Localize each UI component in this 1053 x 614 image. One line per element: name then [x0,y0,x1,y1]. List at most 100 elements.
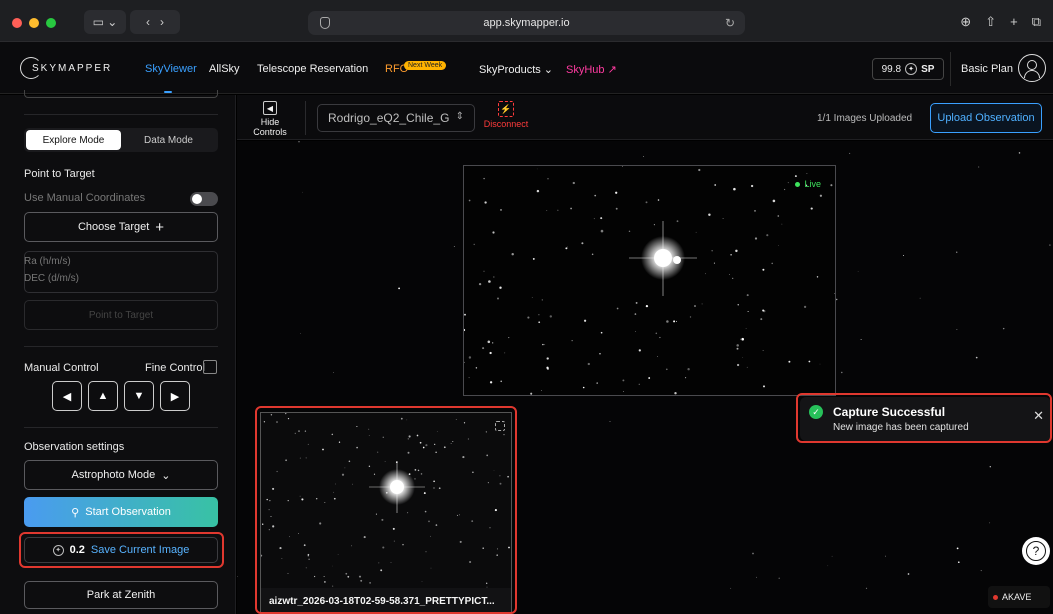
star [294,432,296,435]
star [648,377,651,379]
move-left-button[interactable]: ◀ [52,381,82,411]
share-icon[interactable]: ⇧ [985,14,996,30]
back-forward-buttons[interactable]: ‹ › [130,10,180,34]
tabs-overview-icon[interactable]: ⧉ [1032,14,1041,30]
captured-image-thumbnail[interactable]: aizwtr_2026-03-18T02-59-58.371_PRETTYPIC… [260,412,512,614]
live-camera-feed[interactable]: Live [463,165,836,396]
ra-input[interactable]: Ra (h/m/s) [24,256,71,267]
star [289,536,290,538]
chevron-down-icon: ⌄ [161,469,171,482]
help-button[interactable]: ? [1022,537,1050,565]
plan-label[interactable]: Basic Plan [961,63,1013,75]
tab-data-mode[interactable]: Data Mode [121,130,216,150]
star [468,377,470,379]
manual-coordinates-label: Use Manual Coordinates [24,192,146,204]
point-to-target-button[interactable]: Point to Target [24,300,218,330]
astrophoto-mode-select[interactable]: Astrophoto Mode ⌄ [24,460,218,490]
sky-viewer[interactable]: Live aizwtr_2026-03-18T02-59-58.371_PRET… [237,141,1053,614]
star [565,247,568,250]
download-icon[interactable]: ⊕ [960,14,971,30]
disconnect-button[interactable]: ⚡ Disconnect [481,101,531,129]
choose-target-button[interactable]: Choose Target + [24,212,218,242]
star [467,438,469,440]
star [358,575,362,578]
move-right-button[interactable]: ▶ [160,381,190,411]
star [333,372,334,373]
star [464,361,465,363]
manual-coordinates-toggle[interactable] [190,192,218,206]
sp-balance[interactable]: 99.8 ✦ SP [872,58,944,80]
move-down-button[interactable]: ▼ [124,381,154,411]
star [762,350,764,351]
address-bar[interactable]: app.skymapper.io ↻ [308,11,745,35]
star [268,529,270,531]
close-window-icon[interactable] [12,18,22,28]
coin-icon: ✦ [905,63,918,75]
expand-icon[interactable] [495,421,505,431]
star [390,562,392,563]
fine-control-checkbox[interactable] [203,360,217,374]
save-current-image-button[interactable]: ✦ 0.2 Save Current Image [24,537,218,563]
star [507,475,509,478]
star [787,182,789,184]
user-avatar-icon[interactable] [1018,54,1046,82]
star [676,320,677,322]
hide-controls-button[interactable]: ◀ Hide Controls [245,101,295,137]
star [527,316,530,319]
zoom-window-icon[interactable] [46,18,56,28]
live-dot-icon [795,181,801,187]
akave-cloud-badge[interactable]: AKAVE [988,586,1050,608]
upload-observation-button[interactable]: Upload Observation [930,103,1042,133]
nav-allsky[interactable]: AllSky [209,63,240,75]
star [635,331,636,332]
close-icon[interactable]: ✕ [1033,408,1044,424]
move-up-button[interactable]: ▲ [88,381,118,411]
star [435,524,438,526]
star [730,254,732,256]
star [746,294,749,297]
telescope-select[interactable]: Rodrigo_eQ2_Chile_G ⇕ [317,104,475,132]
star [261,554,263,557]
star [810,207,813,210]
minimize-window-icon[interactable] [29,18,39,28]
star [285,459,287,462]
sidebar-toggle-button[interactable]: ▭ ⌄ [84,10,126,34]
star [300,333,301,334]
star [419,441,422,444]
arrow-right-icon: ▶ [170,390,180,403]
nav-skyhub[interactable]: SkyHub ↗ [566,63,617,76]
dec-input[interactable]: DEC (d/m/s) [24,273,79,284]
star [344,467,346,469]
star [402,543,404,546]
star [544,344,546,346]
star [262,523,264,525]
nav-skyproducts[interactable]: SkyProducts ⌄ [479,63,553,76]
star [315,497,318,500]
star [458,514,460,516]
mode-toggle[interactable]: Explore Mode Data Mode [24,128,218,152]
star [546,357,549,360]
window-controls[interactable] [12,18,56,28]
star [272,525,275,528]
star [368,465,371,467]
start-observation-button[interactable]: ⚲ Start Observation [24,497,218,527]
star [319,522,322,525]
star [957,561,960,564]
nav-telescope-reservation[interactable]: Telescope Reservation [257,63,368,75]
park-at-zenith-button[interactable]: Park at Zenith [24,581,218,609]
star [615,207,618,210]
collapsed-panel-edge [24,90,218,98]
star [567,246,568,248]
tab-explore-mode[interactable]: Explore Mode [26,130,121,150]
star [356,446,358,449]
new-tab-icon[interactable]: + [1010,14,1018,30]
star [511,252,514,256]
nav-skyviewer[interactable]: SkyViewer [145,63,197,75]
star [360,579,363,582]
reload-icon[interactable]: ↻ [725,16,735,30]
star [281,558,283,559]
skymapper-logo[interactable]: SKYMAPPER [20,57,112,79]
star [298,430,300,432]
star [763,309,766,313]
star [902,254,905,257]
